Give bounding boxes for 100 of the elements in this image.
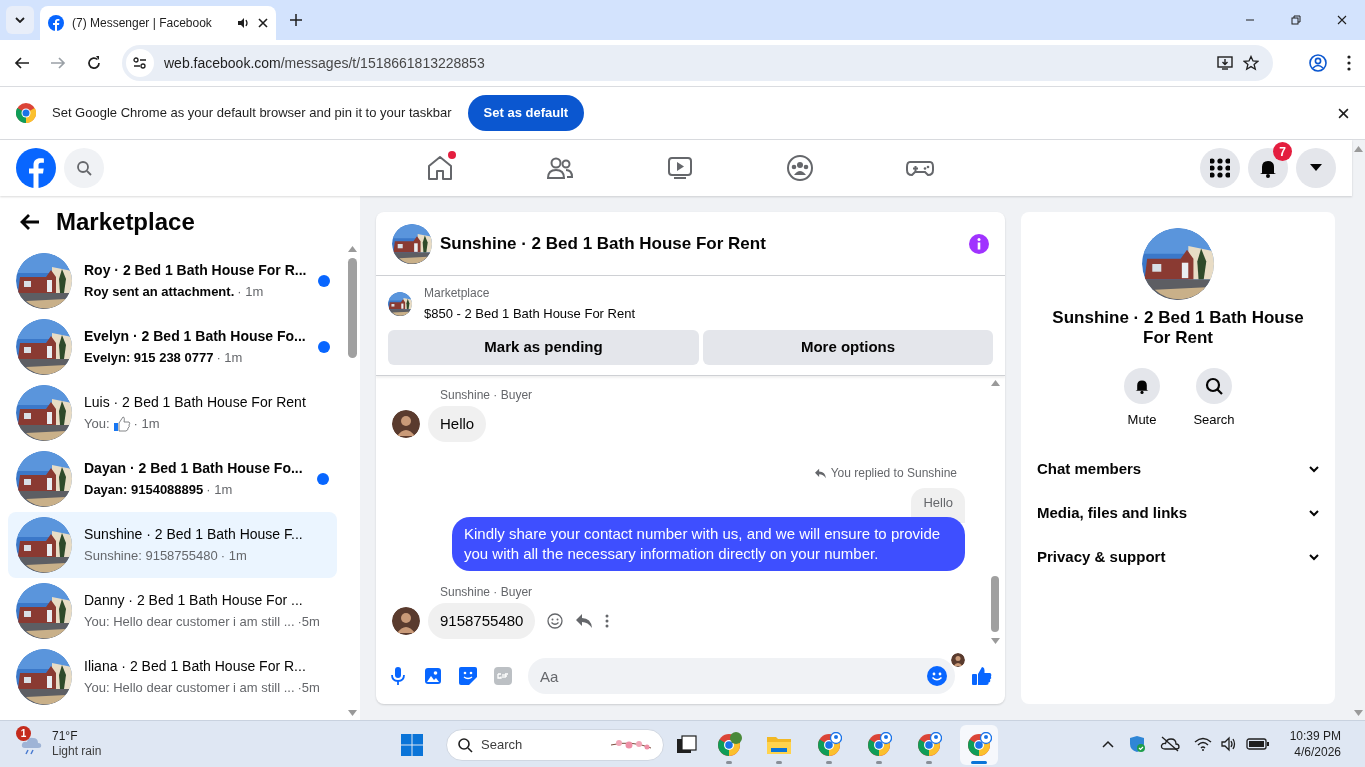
search-button[interactable]: [1196, 368, 1232, 404]
microphone-icon[interactable]: [388, 666, 408, 686]
tune-icon: [133, 57, 147, 69]
weather-condition: Light rain: [52, 744, 102, 759]
bell-icon: [1134, 378, 1150, 394]
chrome-app-icon[interactable]: [866, 731, 892, 758]
message-time: · 1m: [220, 546, 247, 565]
tab-list-button[interactable]: [6, 6, 34, 34]
message-time: · 1m: [206, 480, 233, 499]
message-bubble: Kindly share your contact number with us, and we will ensure to provide you with all the necessary information directly on your number.: [452, 516, 965, 571]
chevron-down-icon: [1309, 554, 1319, 561]
windows-icon[interactable]: [400, 732, 424, 757]
avatar: [392, 606, 420, 635]
thumbs-up-icon: [112, 415, 131, 432]
menu-button[interactable]: [1200, 148, 1240, 188]
message-preview: Roy sent an attachment.: [84, 282, 235, 301]
scrollbar-thumb[interactable]: [991, 576, 999, 632]
forward-icon[interactable]: [50, 55, 66, 71]
message-time: ·5m: [297, 612, 320, 631]
mark-pending-button[interactable]: Mark as pending: [388, 329, 699, 365]
sender-label: Sunshine · Buyer: [440, 583, 534, 601]
speaker-icon[interactable]: [1219, 736, 1238, 752]
mute-button[interactable]: [1124, 368, 1160, 404]
conversation-title: Danny · 2 Bed 1 Bath House For ...: [84, 590, 304, 609]
details-section[interactable]: Media, files and links: [1029, 491, 1327, 536]
temperature: 71°F: [52, 729, 79, 744]
conversation-item[interactable]: Sunshine · 2 Bed 1 Bath House F... Sunshine: 9158755480 · 1m: [8, 512, 337, 578]
plus-icon[interactable]: [290, 14, 302, 26]
set-default-button[interactable]: Set as default: [467, 95, 585, 131]
browser-tab[interactable]: (7) Messenger | Facebook: [40, 6, 276, 40]
listing-label: Marketplace: [424, 285, 491, 302]
chevron-down-icon: [1309, 466, 1319, 473]
info-icon[interactable]: [969, 233, 989, 254]
account-button[interactable]: [1296, 148, 1336, 188]
message-time: · 1m: [216, 348, 243, 367]
close-icon[interactable]: [1338, 107, 1349, 119]
chrome-app-icon[interactable]: [716, 731, 742, 758]
conversation-title: Roy · 2 Bed 1 Bath House For R...: [84, 260, 307, 279]
conversation-title: Evelyn · 2 Bed 1 Bath House Fo...: [84, 326, 306, 345]
home-tab-icon[interactable]: [426, 154, 454, 182]
caret-icon: [1310, 164, 1322, 172]
more-options-button[interactable]: More options: [703, 329, 993, 365]
sticker-icon[interactable]: [458, 666, 478, 686]
thumbs-up-icon[interactable]: [971, 666, 993, 686]
details-section[interactable]: Privacy & support: [1029, 535, 1327, 580]
chat-title: Sunshine · 2 Bed 1 Bath House For Rent: [440, 232, 767, 255]
address-bar[interactable]: web.facebook.com/messages/t/1518661813228853: [122, 45, 1273, 81]
conversation-title: Luis · 2 Bed 1 Bath House For Rent: [84, 392, 306, 411]
infobar-message: Set Google Chrome as your default browser and pin it to your taskbar: [52, 104, 452, 123]
profile-icon[interactable]: [1309, 54, 1327, 72]
emoji-icon[interactable]: [547, 612, 564, 629]
image-icon[interactable]: [424, 666, 442, 686]
scroll-up-icon[interactable]: [347, 246, 357, 252]
chrome-app-icon[interactable]: [966, 731, 992, 758]
scroll-down-icon[interactable]: [990, 638, 1000, 644]
avatar: [392, 409, 420, 438]
scroll-down-icon[interactable]: [347, 710, 357, 716]
clock[interactable]: 10:39 PM 4/6/2026: [1289, 728, 1341, 760]
facebook-logo[interactable]: [16, 148, 56, 188]
restore-icon[interactable]: [1291, 15, 1301, 25]
message-preview: You:: [84, 414, 110, 433]
conversation-title: Dayan · 2 Bed 1 Bath House Fo...: [84, 458, 304, 477]
chevron-up-icon[interactable]: [1101, 740, 1114, 748]
back-arrow-icon[interactable]: [20, 213, 40, 231]
reply-note: You replied to Sunshine: [830, 465, 957, 482]
install-icon[interactable]: [1217, 56, 1233, 70]
taskbar-search[interactable]: Search: [446, 728, 664, 761]
speaker-icon: [236, 16, 250, 30]
details-title: Sunshine · 2 Bed 1 Bath House For Rent: [1051, 308, 1305, 348]
message-time: · 1m: [133, 414, 160, 433]
groups-tab-icon[interactable]: [786, 154, 814, 182]
conversation-title: Sunshine · 2 Bed 1 Bath House F...: [84, 524, 304, 543]
message-input[interactable]: Aa: [528, 658, 955, 694]
cloud-off-icon[interactable]: [1159, 736, 1180, 752]
action-label: Mute: [1127, 411, 1157, 429]
shield-icon[interactable]: [1127, 735, 1146, 753]
reply-icon[interactable]: [575, 612, 594, 629]
reply-icon: [813, 467, 827, 479]
chrome-app-icon[interactable]: [816, 731, 842, 758]
wifi-icon[interactable]: [1193, 737, 1212, 751]
close-icon[interactable]: [258, 18, 268, 28]
message-bubble: Hello: [428, 405, 487, 442]
notifications-button[interactable]: [1248, 148, 1288, 188]
back-icon[interactable]: [14, 55, 30, 71]
video-tab-icon[interactable]: [666, 154, 694, 182]
battery-icon[interactable]: [1245, 738, 1270, 750]
action-label: Search: [1193, 411, 1235, 429]
star-icon[interactable]: [1243, 55, 1259, 71]
scrollbar-thumb[interactable]: [347, 258, 357, 358]
site-info-button[interactable]: [126, 49, 154, 77]
emoji-icon[interactable]: [927, 666, 947, 686]
more-icon[interactable]: [1347, 55, 1351, 71]
listing-title: $850 - 2 Bed 1 Bath House For Rent: [424, 305, 635, 323]
search-placeholder: Search: [481, 735, 524, 754]
reload-icon[interactable]: [86, 55, 102, 71]
scroll-up-icon[interactable]: [990, 379, 1000, 386]
chrome-app-icon[interactable]: [916, 731, 942, 758]
task-view-icon[interactable]: [676, 733, 698, 756]
close-icon[interactable]: [1337, 15, 1347, 25]
details-section[interactable]: Chat members: [1029, 447, 1327, 492]
